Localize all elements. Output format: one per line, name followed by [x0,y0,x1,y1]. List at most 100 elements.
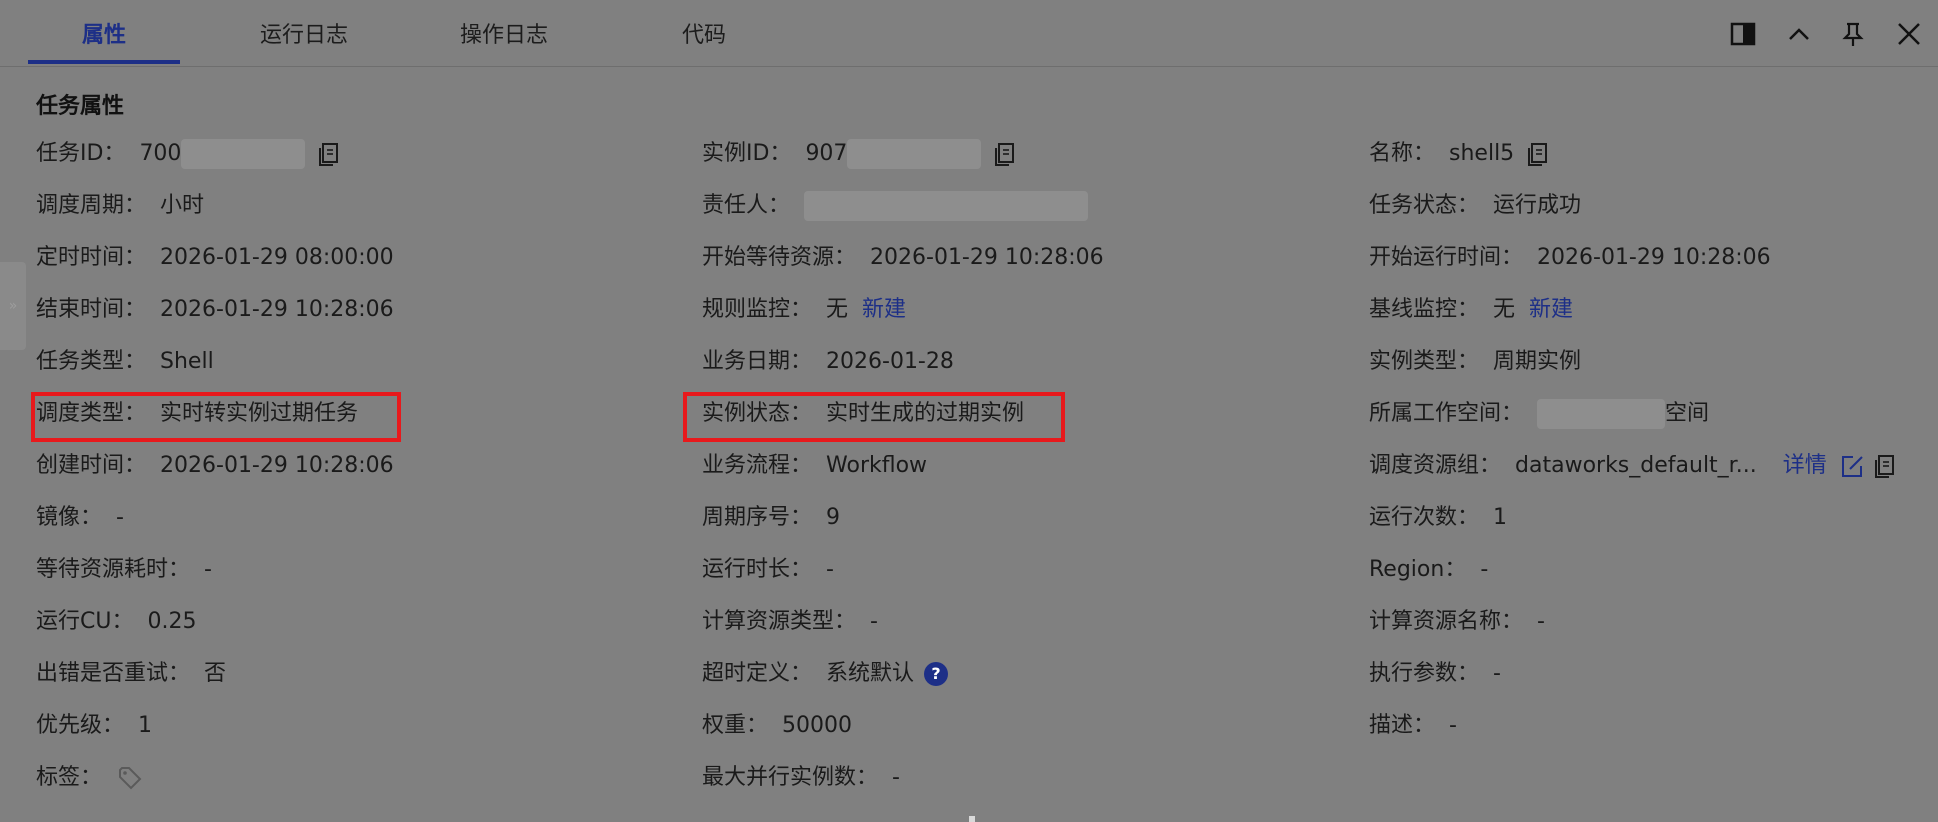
row-instance-status: 实例状态： 实时生成的过期实例 [702,398,1104,450]
row-biz-date: 业务日期： 2026-01-28 [702,346,1104,398]
compute-type-value: - [870,609,878,634]
run-count-value: 1 [1493,505,1508,530]
run-start-label: 开始运行时间： [1369,245,1524,270]
row-task-type: 任务类型： Shell [36,346,394,398]
exec-params-label: 执行参数： [1369,661,1480,686]
row-cycle-seq: 周期序号： 9 [702,502,1104,554]
tab-operation-log[interactable]: 操作日志 [428,18,580,54]
side-expand-handle[interactable]: » [0,262,26,350]
run-duration-label: 运行时长： [702,557,813,582]
row-weight: 权重： 50000 [702,710,1104,762]
scheduled-time-label: 定时时间： [36,245,147,270]
exec-params-value: - [1493,661,1501,686]
row-resource-group: 调度资源组： dataworks_default_r... 详情 [1369,450,1897,502]
task-type-label: 任务类型： [36,349,147,374]
region-label: Region： [1369,557,1467,582]
timeout-value: 系统默认 [826,661,915,686]
copy-icon[interactable] [317,140,341,168]
row-create-time: 创建时间： 2026-01-29 10:28:06 [36,450,394,502]
owner-label: 责任人： [702,193,791,218]
pin-icon[interactable] [1836,16,1870,52]
task-id-value: 700 [139,141,182,166]
instance-type-value: 周期实例 [1493,349,1582,374]
schedule-type-label: 调度类型： [36,401,147,426]
scheduled-time-value: 2026-01-29 08:00:00 [160,245,394,270]
description-value: - [1449,713,1457,738]
copy-icon[interactable] [993,140,1017,168]
tab-bar: 属性 运行日志 操作日志 代码 [0,0,1938,67]
biz-date-value: 2026-01-28 [826,349,954,374]
region-value: - [1480,557,1489,582]
instance-id-value: 907 [805,141,848,166]
row-schedule-type: 调度类型： 实时转实例过期任务 [36,398,394,450]
baseline-monitor-label: 基线监控： [1369,297,1480,322]
row-description: 描述： - [1369,710,1897,762]
close-icon[interactable] [1892,16,1926,52]
workspace-label: 所属工作空间： [1369,401,1524,426]
compute-name-label: 计算资源名称： [1369,609,1524,634]
row-wait-cost: 等待资源耗时： - [36,554,394,606]
tag-icon[interactable] [116,764,144,792]
description-label: 描述： [1369,713,1436,738]
timeout-label: 超时定义： [702,661,813,686]
schedule-type-value: 实时转实例过期任务 [160,401,359,426]
row-task-id: 任务ID： 700 [36,138,394,190]
row-run-count: 运行次数： 1 [1369,502,1897,554]
resize-handle[interactable] [969,816,975,822]
instance-id-label: 实例ID： [702,141,792,166]
retry-value: 否 [204,661,227,686]
row-compute-name: 计算资源名称： - [1369,606,1897,658]
row-image: 镜像： - [36,502,394,554]
properties-column-2: 实例ID： 907 责任人： 开始等待资源： 2026-01-29 10:28:06… [702,138,1104,814]
instance-status-value: 实时生成的过期实例 [826,401,1025,426]
run-cu-label: 运行CU： [36,609,134,634]
row-run-duration: 运行时长： - [702,554,1104,606]
wait-start-value: 2026-01-29 10:28:06 [870,245,1104,270]
resource-group-detail-link[interactable]: 详情 [1783,453,1827,478]
section-title: 任务属性 [36,94,125,119]
row-name: 名称： shell5 [1369,138,1897,190]
name-label: 名称： [1369,141,1436,166]
chevron-up-icon[interactable] [1782,16,1816,52]
row-owner: 责任人： [702,190,1104,242]
workspace-value: 空间 [1665,401,1710,426]
row-wait-start: 开始等待资源： 2026-01-29 10:28:06 [702,242,1104,294]
redacted-block [847,139,982,169]
rule-monitor-create-link[interactable]: 新建 [862,297,906,322]
active-tab-indicator [28,60,180,64]
baseline-monitor-create-link[interactable]: 新建 [1529,297,1573,322]
rule-monitor-value: 无 [826,297,849,322]
run-start-value: 2026-01-29 10:28:06 [1537,245,1771,270]
row-baseline-monitor: 基线监控： 无新建 [1369,294,1897,346]
task-status-value: 运行成功 [1493,193,1582,218]
tab-properties[interactable]: 属性 [28,18,180,54]
biz-flow-value: Workflow [826,453,928,478]
row-run-cu: 运行CU： 0.25 [36,606,394,658]
max-parallel-value: - [892,765,900,790]
schedule-cycle-value: 小时 [160,193,205,218]
end-time-value: 2026-01-29 10:28:06 [160,297,394,322]
compute-type-label: 计算资源类型： [702,609,857,634]
copy-icon[interactable] [1873,452,1897,480]
schedule-cycle-label: 调度周期： [36,193,147,218]
row-timeout: 超时定义： 系统默认? [702,658,1104,710]
baseline-monitor-value: 无 [1493,297,1516,322]
help-icon[interactable]: ? [924,662,949,686]
row-scheduled-time: 定时时间： 2026-01-29 08:00:00 [36,242,394,294]
instance-type-label: 实例类型： [1369,349,1480,374]
priority-value: 1 [138,713,153,738]
tab-code[interactable]: 代码 [628,18,780,54]
weight-value: 50000 [782,713,853,738]
tab-run-log[interactable]: 运行日志 [228,18,380,54]
split-panel-icon[interactable] [1726,16,1760,52]
row-tags: 标签： [36,762,394,814]
wait-cost-label: 等待资源耗时： [36,557,191,582]
row-compute-type: 计算资源类型： - [702,606,1104,658]
name-value: shell5 [1449,141,1515,166]
external-edit-icon[interactable] [1839,452,1865,480]
copy-icon[interactable] [1526,140,1550,168]
properties-column-3: 名称： shell5 任务状态： 运行成功 开始运行时间： 2026-01-29 10… [1369,138,1897,762]
cycle-seq-label: 周期序号： [702,505,813,530]
biz-flow-label: 业务流程： [702,453,813,478]
row-schedule-cycle: 调度周期： 小时 [36,190,394,242]
